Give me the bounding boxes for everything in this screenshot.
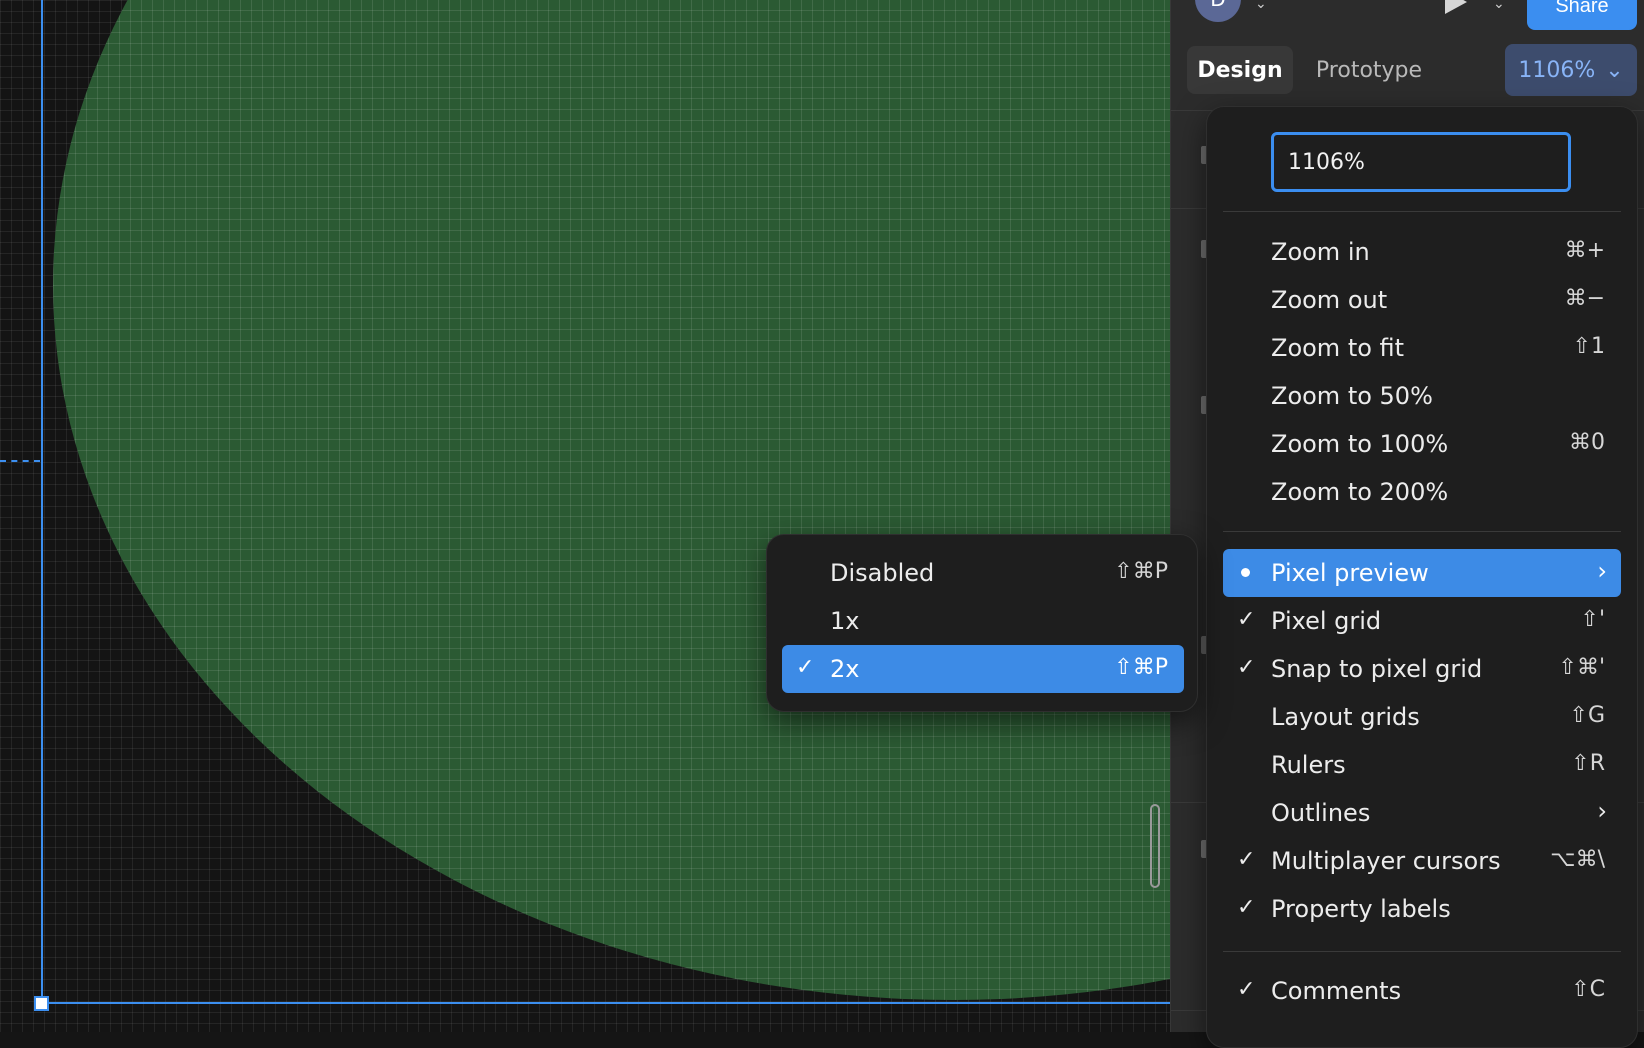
menu-item-label: Pixel preview [1271,559,1429,587]
menu-item-label: Multiplayer cursors [1271,847,1501,875]
menu-item-label: Zoom out [1271,286,1388,314]
menu-item-property-labels[interactable]: ✓ Property labels [1223,885,1621,933]
menu-item-label: 1x [830,607,860,635]
menu-item-layout-grids[interactable]: Layout grids ⇧G [1223,693,1621,741]
checkmark-icon: ✓ [1237,607,1256,632]
ellipse-shape[interactable] [53,0,1170,1000]
menu-item-pixel-preview[interactable]: Pixel preview › [1223,549,1621,597]
submenu-item-2x[interactable]: ✓ 2x ⇧⌘P [782,645,1184,693]
menu-item-label: Outlines [1271,799,1371,827]
menu-item-zoom-to-fit[interactable]: Zoom to fit ⇧1 [1223,324,1621,372]
canvas-scrollbar[interactable] [1150,804,1160,888]
chevron-right-icon: › [1597,557,1607,585]
menu-item-shortcut: ⇧⌘' [1558,655,1605,680]
menu-item-zoom-to-100[interactable]: Zoom to 100% ⌘0 [1223,420,1621,468]
design-canvas[interactable] [0,0,1170,1032]
selection-outline-left [41,0,43,1003]
menu-item-shortcut: ⇧G [1569,703,1605,728]
menu-item-multiplayer-cursors[interactable]: ✓ Multiplayer cursors ⌥⌘\ [1223,837,1621,885]
menu-item-shortcut: ⌘− [1564,286,1605,311]
menu-item-label: Zoom to 50% [1271,382,1433,410]
share-button[interactable]: Share [1527,0,1637,30]
menu-item-comments[interactable]: ✓ Comments ⇧C [1223,967,1621,1015]
menu-item-shortcut: ⇧R [1571,751,1605,776]
menu-item-shortcut: ⇧C [1571,977,1605,1002]
tab-design[interactable]: Design [1187,46,1293,94]
chevron-right-icon: › [1597,797,1607,825]
menu-item-label: Zoom to 200% [1271,478,1449,506]
menu-item-zoom-in[interactable]: Zoom in ⌘+ [1223,228,1621,276]
menu-item-pixel-grid[interactable]: ✓ Pixel grid ⇧' [1223,597,1621,645]
submenu-item-disabled[interactable]: Disabled ⇧⌘P [782,549,1184,597]
selection-outline-bottom [41,1002,1170,1004]
menu-item-rulers[interactable]: Rulers ⇧R [1223,741,1621,789]
selection-resize-handle[interactable] [34,996,49,1011]
zoom-value: 1106% [1518,57,1596,83]
menu-item-label: Zoom to fit [1271,334,1405,362]
menu-item-label: Property labels [1271,895,1451,923]
zoom-dropdown-button[interactable]: 1106% ⌄ [1505,44,1637,96]
menu-item-outlines[interactable]: Outlines › [1223,789,1621,837]
menu-separator [1223,531,1621,532]
menu-item-shortcut: ⇧' [1580,607,1605,632]
menu-item-label: Comments [1271,977,1402,1005]
tab-prototype[interactable]: Prototype [1301,46,1437,94]
menu-item-label: Layout grids [1271,703,1420,731]
menu-item-snap-to-pixel-grid[interactable]: ✓ Snap to pixel grid ⇧⌘' [1223,645,1621,693]
menu-separator [1223,211,1621,212]
radio-dot-icon [1241,568,1250,577]
chevron-down-icon: ⌄ [1605,57,1624,83]
submenu-item-1x[interactable]: 1x [782,597,1184,645]
checkmark-icon: ✓ [1237,655,1256,680]
menu-item-shortcut: ⇧⌘P [1114,559,1168,584]
menu-item-label: Zoom in [1271,238,1370,266]
chevron-down-icon[interactable]: ⌄ [1255,0,1267,12]
checkmark-icon: ✓ [1237,977,1256,1002]
menu-item-shortcut: ⇧1 [1572,334,1605,359]
play-icon[interactable] [1445,0,1467,14]
menu-item-shortcut: ⌘+ [1564,238,1605,263]
measurement-guide [0,460,40,462]
menu-item-shortcut: ⌘0 [1569,430,1605,455]
menu-item-label: Pixel grid [1271,607,1382,635]
menu-item-zoom-out[interactable]: Zoom out ⌘− [1223,276,1621,324]
checkmark-icon: ✓ [1237,847,1256,872]
checkmark-icon: ✓ [1237,895,1256,920]
zoom-percentage-input[interactable] [1271,132,1571,192]
menu-item-shortcut: ⇧⌘P [1114,655,1168,680]
pixel-preview-submenu: Disabled ⇧⌘P 1x ✓ 2x ⇧⌘P [766,534,1198,712]
menu-item-shortcut: ⌥⌘\ [1550,847,1605,872]
checkmark-icon: ✓ [796,655,815,680]
menu-item-zoom-to-200[interactable]: Zoom to 200% [1223,468,1621,516]
menu-item-label: Rulers [1271,751,1346,779]
menu-item-label: 2x [830,655,860,683]
menu-item-label: Disabled [830,559,935,587]
menu-separator [1223,951,1621,952]
menu-item-label: Snap to pixel grid [1271,655,1483,683]
user-avatar[interactable]: D [1195,0,1241,22]
zoom-view-menu: Zoom in ⌘+ Zoom out ⌘− Zoom to fit ⇧1 Zo… [1206,106,1638,1048]
chevron-down-icon[interactable]: ⌄ [1493,0,1505,12]
menu-item-zoom-to-50[interactable]: Zoom to 50% [1223,372,1621,420]
menu-item-label: Zoom to 100% [1271,430,1449,458]
